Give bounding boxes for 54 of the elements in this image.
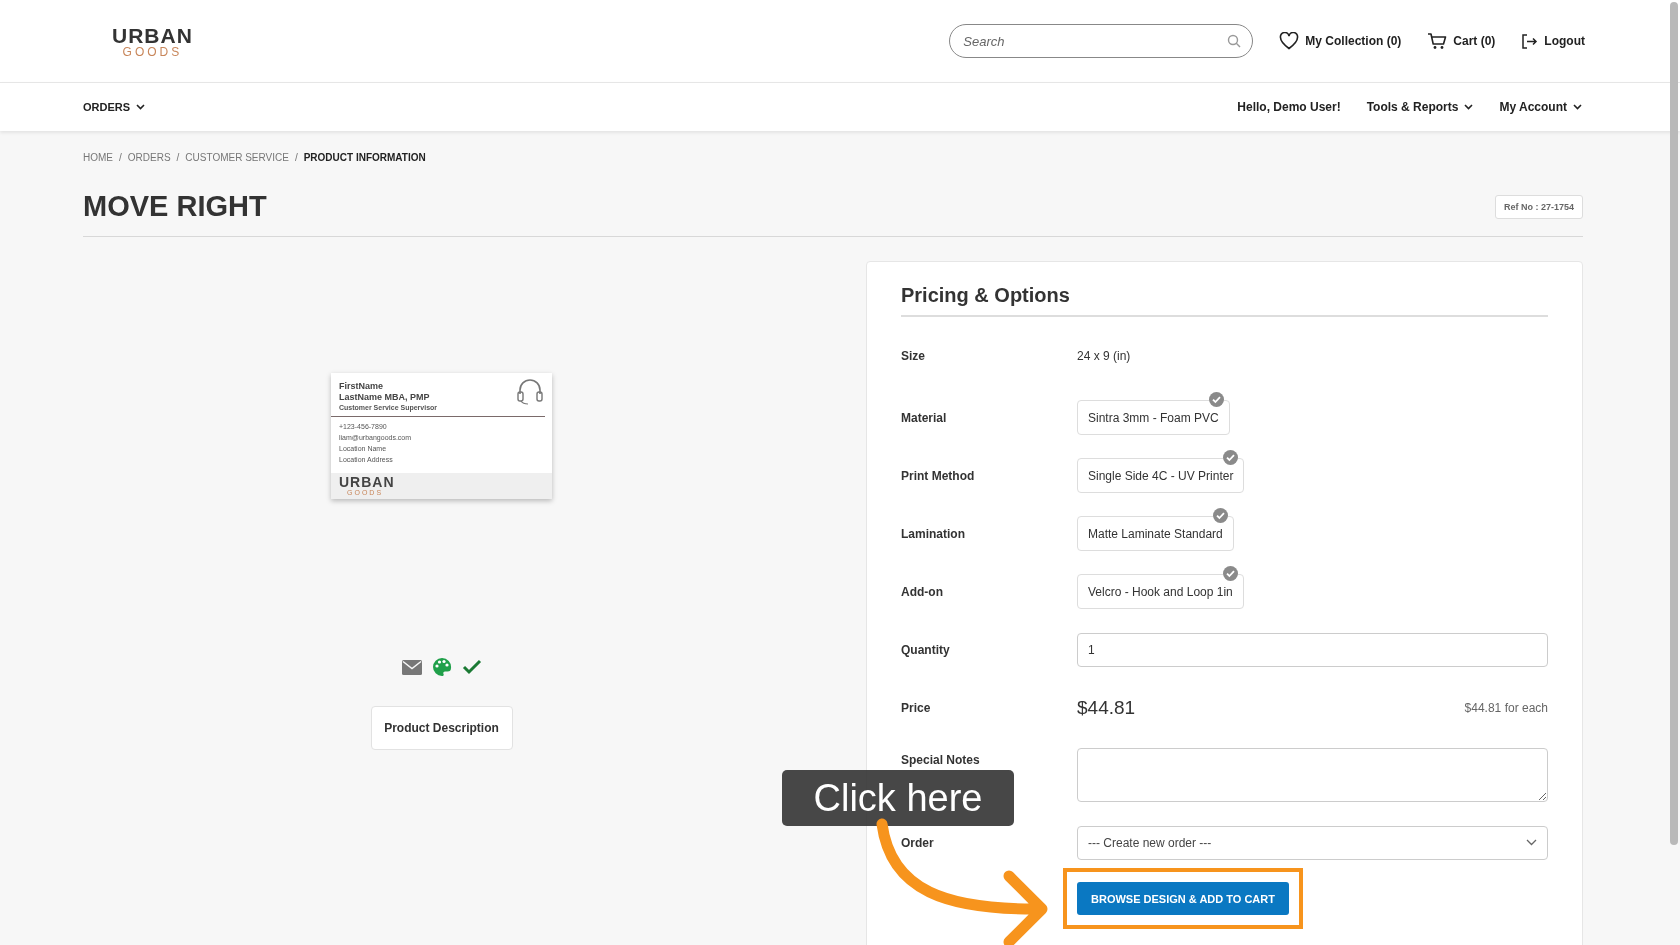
logo[interactable]: URBAN GOODS <box>112 24 193 58</box>
option-chip[interactable]: Single Side 4C - UV Printer <box>1077 458 1245 493</box>
envelope-icon <box>401 659 422 675</box>
nav-menu[interactable]: My Account <box>1499 100 1582 114</box>
order-select[interactable]: --- Create new order --- <box>1077 825 1548 860</box>
breadcrumb-link[interactable]: PRODUCT INFORMATION <box>303 152 426 163</box>
nav-menu[interactable]: Hello, Demo User! <box>1237 100 1341 114</box>
field-label: Material <box>901 410 948 425</box>
header-link[interactable]: Cart (0) <box>1427 32 1496 50</box>
scrollbar[interactable] <box>1670 2 1678 845</box>
quantity-field[interactable]: 1 <box>1077 632 1548 667</box>
option-chip[interactable]: Sintra 3mm - Foam PVC <box>1077 400 1230 435</box>
breadcrumb-separator: / <box>294 152 298 163</box>
card-logo: URBAN <box>339 475 395 489</box>
chevron-down-icon <box>1526 839 1537 846</box>
card-name: FirstName <box>339 381 384 392</box>
breadcrumb-separator: / <box>119 152 122 163</box>
field-label: Special Notes <box>901 753 981 767</box>
breadcrumb-link[interactable]: HOME <box>83 152 113 163</box>
heart-icon <box>1279 32 1300 50</box>
unit-price: $44.81 for each <box>1464 700 1548 715</box>
field-label: Add-on <box>901 584 944 599</box>
field-label: Quantity <box>901 642 951 657</box>
header-link[interactable]: Logout <box>1521 32 1585 50</box>
nav-menu[interactable]: Tools & Reports <box>1366 100 1474 114</box>
price-value: $44.81 <box>1077 696 1136 719</box>
search-field[interactable]: Search <box>949 24 1254 58</box>
field-label: Print Method <box>901 468 976 483</box>
field-label: Size <box>901 349 926 363</box>
field-label: Order <box>901 835 935 850</box>
headset-icon <box>515 377 545 405</box>
field-label: Lamination <box>901 526 966 541</box>
palette-icon <box>431 657 452 677</box>
card-name: LastName MBA, PMP <box>339 392 431 403</box>
option-chip[interactable]: Matte Laminate Standard <box>1077 516 1234 551</box>
field-label: Price <box>901 700 932 715</box>
checkmark-icon <box>461 659 482 675</box>
breadcrumb-link[interactable]: CUSTOMER SERVICE <box>185 152 289 163</box>
nav-menu[interactable]: ORDERS <box>83 101 146 113</box>
reference-number: Ref No : 27-1754 <box>1494 194 1583 219</box>
size-value: 24 x 9 (in) <box>1077 349 1132 363</box>
breadcrumb-link[interactable]: ORDERS <box>127 152 171 163</box>
breadcrumb-separator: / <box>176 152 180 163</box>
add-to-cart-button[interactable]: BROWSE DESIGN & ADD TO CART <box>1077 882 1289 915</box>
page-title: MOVE RIGHT <box>83 190 267 223</box>
cart-icon <box>1427 32 1448 50</box>
tooltip-callout: Click here <box>782 770 1014 826</box>
panel-title: Pricing & Options <box>901 284 1548 317</box>
option-chip[interactable]: Velcro - Hook and Loop 1in <box>1077 574 1244 609</box>
notes-field[interactable] <box>1077 748 1548 802</box>
header-link[interactable]: My Collection (0) <box>1279 32 1402 50</box>
search-icon <box>1227 34 1242 48</box>
logout-icon <box>1521 32 1539 50</box>
product-description-button[interactable]: Product Description <box>370 706 513 750</box>
